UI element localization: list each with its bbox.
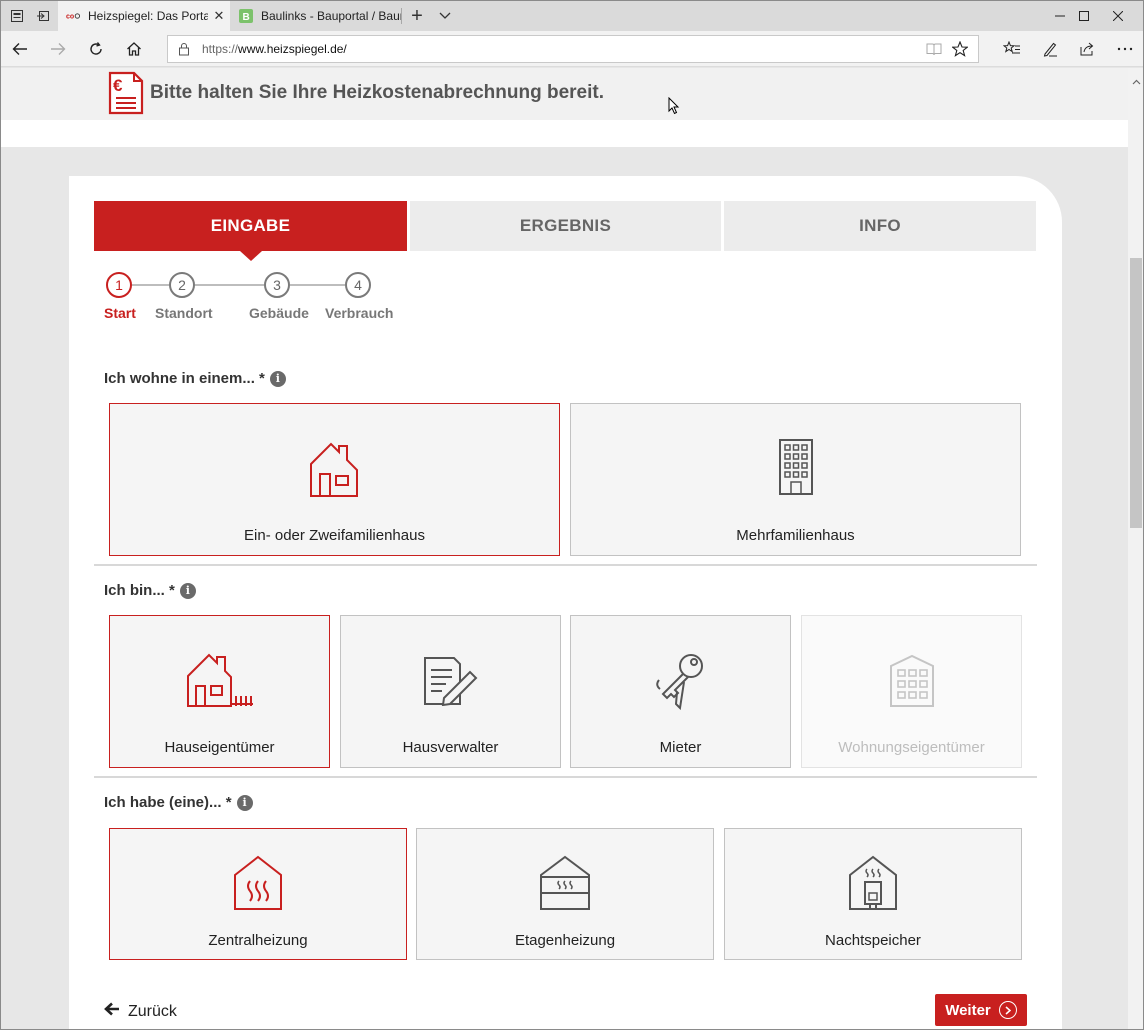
keys-icon bbox=[654, 652, 708, 715]
new-tab-button[interactable]: + bbox=[403, 1, 431, 31]
option-hausverwalter[interactable]: Hausverwalter bbox=[340, 615, 561, 768]
tab-title: Heizspiegel: Das Portal bbox=[88, 9, 208, 23]
address-bar[interactable]: https://www.heizspiegel.de/ bbox=[167, 35, 979, 63]
section-divider bbox=[94, 776, 1037, 778]
step-connector bbox=[290, 284, 345, 286]
house-with-fence-icon bbox=[185, 652, 255, 713]
question-label-rolle: Ich bin... * i bbox=[104, 582, 196, 599]
calculator-card: EINGABE ERGEBNIS INFO 1 2 3 4 Start Stan… bbox=[69, 176, 1062, 1029]
scroll-up-chevron-icon[interactable] bbox=[1132, 72, 1141, 90]
tab-strip: co Heizspiegel: Das Portal ✕ B Baulinks … bbox=[1, 1, 1143, 31]
tab-info[interactable]: INFO bbox=[724, 201, 1036, 251]
info-icon[interactable]: i bbox=[179, 582, 196, 599]
option-label: Mieter bbox=[659, 739, 702, 756]
favorite-star-icon[interactable] bbox=[951, 40, 969, 62]
back-label: Zurück bbox=[128, 1002, 177, 1020]
notice-strip bbox=[1, 120, 1128, 147]
option-label: Etagenheizung bbox=[514, 932, 616, 949]
pen-notes-icon[interactable] bbox=[1034, 34, 1066, 64]
tab-divider bbox=[401, 8, 402, 24]
step-1-label: Start bbox=[104, 305, 136, 321]
refresh-icon[interactable] bbox=[80, 34, 112, 64]
tab-close-icon[interactable]: ✕ bbox=[208, 8, 230, 24]
option-label: Nachtspeicher bbox=[825, 932, 921, 949]
floor-heating-icon bbox=[538, 855, 592, 916]
favorites-hub-icon[interactable] bbox=[996, 34, 1028, 64]
house-icon bbox=[307, 438, 363, 503]
back-button[interactable]: Zurück bbox=[104, 1002, 177, 1021]
back-arrow-icon[interactable] bbox=[4, 34, 36, 64]
step-3-circle[interactable]: 3 bbox=[264, 272, 290, 298]
info-icon[interactable]: i bbox=[236, 794, 253, 811]
browser-tab-heizspiegel[interactable]: co Heizspiegel: Das Portal ✕ bbox=[58, 1, 230, 31]
next-button[interactable]: Weiter bbox=[935, 994, 1027, 1026]
more-menu-icon[interactable] bbox=[1109, 34, 1141, 64]
option-label: Hausverwalter bbox=[402, 739, 499, 756]
browser-tab-baulinks[interactable]: B Baulinks - Bauportal / Baum bbox=[231, 1, 401, 31]
tab-list-chevron-icon[interactable] bbox=[431, 1, 459, 31]
document-pen-icon bbox=[422, 654, 480, 711]
step-connector bbox=[195, 284, 264, 286]
euro-document-icon: € bbox=[108, 71, 144, 120]
step-2-label: Standort bbox=[155, 305, 213, 321]
option-ein-zweifamilienhaus[interactable]: Ein- oder Zweifamilienhaus bbox=[109, 403, 560, 556]
question-label-heizung: Ich habe (eine)... * i bbox=[104, 794, 253, 811]
tab-title: Baulinks - Bauportal / Baum bbox=[261, 9, 401, 23]
central-heating-icon bbox=[232, 855, 284, 916]
option-label: Zentralheizung bbox=[208, 932, 308, 949]
option-zentralheizung[interactable]: Zentralheizung bbox=[109, 828, 407, 960]
question-label-wohnform: Ich wohne in einem... * i bbox=[104, 370, 286, 387]
chevron-right-icon bbox=[998, 1001, 1017, 1019]
option-mieter[interactable]: Mieter bbox=[570, 615, 791, 768]
apartment-building-icon bbox=[776, 438, 816, 501]
option-nachtspeicher[interactable]: Nachtspeicher bbox=[724, 828, 1022, 960]
tab-ergebnis[interactable]: ERGEBNIS bbox=[410, 201, 721, 251]
scrollbar-thumb[interactable] bbox=[1130, 258, 1142, 528]
tab-eingabe[interactable]: EINGABE bbox=[94, 201, 407, 261]
reading-view-icon[interactable] bbox=[926, 42, 942, 61]
option-etagenheizung[interactable]: Etagenheizung bbox=[416, 828, 714, 960]
tab-actions-icon[interactable] bbox=[3, 1, 31, 31]
svg-text:B: B bbox=[243, 12, 250, 23]
notice-text: Bitte halten Sie Ihre Heizkostenabrechnu… bbox=[150, 82, 604, 103]
set-aside-tabs-icon[interactable] bbox=[29, 1, 57, 31]
step-connector bbox=[132, 284, 169, 286]
next-label: Weiter bbox=[945, 1001, 991, 1019]
step-2-circle[interactable]: 2 bbox=[169, 272, 195, 298]
close-window-button[interactable] bbox=[1095, 1, 1141, 31]
home-icon[interactable] bbox=[118, 34, 150, 64]
notice-bar: € Bitte halten Sie Ihre Heizkostenabrech… bbox=[1, 68, 1128, 120]
step-3-label: Gebäude bbox=[249, 305, 309, 321]
svg-text:co: co bbox=[66, 14, 74, 21]
building-icon bbox=[888, 654, 936, 713]
night-storage-icon bbox=[847, 855, 899, 916]
share-icon[interactable] bbox=[1071, 34, 1103, 64]
page-scrollbar[interactable] bbox=[1128, 68, 1143, 1029]
browser-window: co Heizspiegel: Das Portal ✕ B Baulinks … bbox=[0, 0, 1144, 1030]
arrow-left-icon bbox=[104, 1002, 120, 1021]
mouse-cursor-icon bbox=[668, 96, 680, 120]
step-4-circle[interactable]: 4 bbox=[345, 272, 371, 298]
step-1-circle[interactable]: 1 bbox=[106, 272, 132, 298]
section-divider bbox=[94, 564, 1037, 566]
option-label: Mehrfamilienhaus bbox=[736, 527, 855, 544]
lock-icon bbox=[178, 42, 190, 61]
url-text: https://www.heizspiegel.de/ bbox=[202, 42, 347, 56]
baulinks-favicon-icon: B bbox=[239, 9, 253, 23]
page-viewport: € Bitte halten Sie Ihre Heizkostenabrech… bbox=[1, 68, 1128, 1029]
info-icon[interactable]: i bbox=[269, 370, 286, 387]
option-label: Ein- oder Zweifamilienhaus bbox=[244, 527, 425, 544]
option-label: Hauseigentümer bbox=[164, 739, 275, 756]
svg-text:€: € bbox=[113, 76, 123, 95]
option-mehrfamilienhaus[interactable]: Mehrfamilienhaus bbox=[570, 403, 1021, 556]
option-label: Wohnungseigentümer bbox=[838, 739, 985, 756]
option-wohnungseigentuemer[interactable]: Wohnungseigentümer bbox=[801, 615, 1022, 768]
forward-arrow-icon[interactable] bbox=[42, 34, 74, 64]
step-4-label: Verbrauch bbox=[325, 305, 394, 321]
navigation-bar: https://www.heizspiegel.de/ bbox=[1, 31, 1143, 67]
option-hauseigentuemer[interactable]: Hauseigentümer bbox=[109, 615, 330, 768]
co2online-favicon-icon: co bbox=[66, 9, 80, 23]
